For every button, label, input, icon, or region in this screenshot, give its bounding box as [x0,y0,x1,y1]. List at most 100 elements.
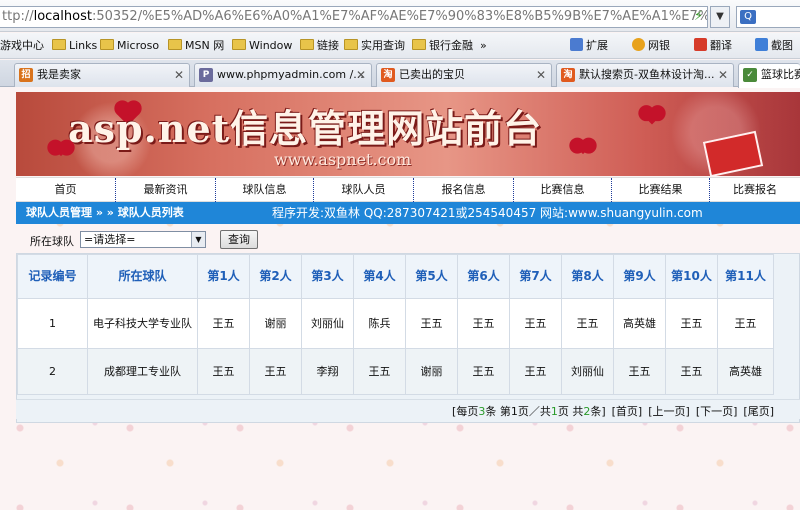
tab-default-search[interactable]: 淘 默认搜索页-双鱼林设计淘... ✕ [556,63,734,87]
tab-title: 我是卖家 [37,68,81,81]
nav-match-info[interactable]: 比赛信息 [514,178,612,202]
tab-basketball[interactable]: ✓ 篮球比赛 [738,63,800,88]
heart-icon [53,141,69,157]
address-bar: ttp://localhost:50352/%E5%AD%A6%E6%A0%A1… [0,0,800,32]
chevron-down-icon[interactable]: ▼ [191,232,205,247]
tab-phpmyadmin[interactable]: P www.phpmyadmin.com /... ✕ [194,63,372,87]
chevron-down-icon[interactable]: ▼ [710,6,730,28]
nav-news[interactable]: 最新资讯 [116,178,216,202]
screenshot-button[interactable]: 截图 [755,38,793,54]
prev-page-link[interactable]: [上一页] [648,405,690,418]
favorite-label: 游戏中心 [0,39,44,52]
table-cell: 1 [17,298,88,349]
search-box[interactable]: Q [736,6,800,28]
pagination-info: [每页3条 第1页／共1页 共2条] [首页] [上一页] [下一页] [尾页] [452,403,774,419]
online-banking-button[interactable]: 网银 [632,38,670,54]
column-header: 第5人 [405,254,458,299]
close-icon[interactable]: ✕ [718,64,728,86]
close-icon[interactable]: ✕ [536,64,546,86]
seller-icon: 招 [19,68,33,82]
column-header: 第6人 [457,254,510,299]
tab-title: 默认搜索页-双鱼林设计淘... [579,68,715,81]
folder-icon [52,39,66,50]
table-cell: 刘丽仙 [301,298,354,349]
table-cell: 王五 [613,348,666,395]
table-cell: 王五 [717,298,774,349]
tab-sold-items[interactable]: 淘 已卖出的宝贝 ✕ [376,63,552,87]
table-cell: 成都理工专业队 [87,348,198,395]
extensions-button[interactable]: 扩展 [570,38,608,54]
nav-home[interactable]: 首页 [16,178,116,202]
favorite-label: Links [69,39,98,52]
nav-match-results[interactable]: 比赛结果 [612,178,710,202]
table-cell: 王五 [665,298,718,349]
tab-title: 篮球比赛 [761,68,800,81]
table-cell: 高英雄 [717,348,774,395]
tab-title: www.phpmyadmin.com /... [217,68,364,81]
table-cell: 王五 [509,298,562,349]
close-icon[interactable]: ✕ [174,64,184,86]
taobao-icon: 淘 [381,68,395,82]
pager-text: 条 第 [485,405,511,418]
folder-icon [412,39,426,50]
favorite-bank[interactable]: 银行金融 [412,38,473,54]
tab-strip: 招 我是卖家 ✕ P www.phpmyadmin.com /... ✕ 淘 已… [0,60,800,88]
favorite-label: 银行金融 [429,39,473,52]
column-header: 第3人 [301,254,354,299]
tool-label: 网银 [648,39,670,52]
table-cell: 刘丽仙 [561,348,614,395]
translate-icon [694,38,707,51]
table-row: 2 成都理工专业队 王五 王五 李翔 王五 谢丽 王五 王五 刘丽仙 王五 王五… [17,348,774,395]
favorite-links-cn[interactable]: 链接 [300,38,339,54]
table-cell: 李翔 [301,348,354,395]
pager-text: 页／共 [517,405,551,418]
favorite-msn[interactable]: MSN 网 [168,38,224,54]
current-page: 1 [510,405,518,418]
favorite-label: MSN 网 [185,39,225,52]
grid-icon [570,38,583,51]
nav-match-signup[interactable]: 比赛报名 [710,178,800,202]
folder-icon [100,39,114,50]
pager-text: 页 共 [557,405,584,418]
favorites-more[interactable]: » [480,38,487,54]
total-pages: 1 [550,405,558,418]
gift-box-image [702,130,764,176]
pagination-bar: [每页3条 第1页／共1页 共2条] [首页] [上一页] [下一页] [尾页] [16,399,800,419]
favorite-utility[interactable]: 实用查询 [344,38,405,54]
column-header: 第11人 [717,254,774,299]
url-field[interactable]: ttp://localhost:50352/%E5%AD%A6%E6%A0%A1… [0,6,708,28]
breadcrumb: 球队人员管理 » » 球队人员列表 [26,206,184,219]
folder-icon [300,39,314,50]
nav-registration-info[interactable]: 报名信息 [414,178,514,202]
table-cell: 谢丽 [249,298,302,349]
favorite-microsoft[interactable]: Microso [100,38,159,54]
scissors-icon [755,38,768,51]
members-table: 记录编号 所在球队 第1人 第2人 第3人 第4人 第5人 第6人 第7人 第8… [17,254,774,395]
tab-seller[interactable]: 招 我是卖家 ✕ [14,63,190,87]
favorite-label: Microso [117,39,160,52]
translate-button[interactable]: 翻译 [694,38,732,54]
close-icon[interactable]: ✕ [356,64,366,86]
favorite-windows[interactable]: Window [232,38,292,54]
search-icon[interactable]: Q [740,10,756,24]
last-page-link[interactable]: [尾页] [743,405,774,418]
table-cell: 王五 [405,298,458,349]
team-select[interactable]: =请选择= ▼ [80,231,206,248]
url-path: :50352/%E5%AD%A6%E6%A0%A1%E7%AF%AE%E7%90… [91,9,708,24]
table-cell: 王五 [457,298,510,349]
table-cell: 2 [17,348,88,395]
query-button[interactable]: 查询 [220,230,258,249]
lightning-icon[interactable]: ⚡ [694,9,706,25]
nav-team-members[interactable]: 球队人员 [314,178,414,202]
site-banner: asp.net信息管理网站前台 www.aspnet.com [16,92,800,176]
first-page-link[interactable]: [首页] [612,405,643,418]
nav-team-info[interactable]: 球队信息 [216,178,314,202]
favorite-links[interactable]: Links [52,38,97,54]
favorite-game-center[interactable]: 游戏中心 [0,38,44,54]
next-page-link[interactable]: [下一页] [696,405,738,418]
url-host: localhost [33,9,92,24]
table-cell: 谢丽 [405,348,458,395]
banner-url: www.aspnet.com [274,150,412,169]
table-row: 1 电子科技大学专业队 王五 谢丽 刘丽仙 陈兵 王五 王五 王五 王五 高英雄… [17,298,774,349]
column-header: 所在球队 [87,254,198,299]
